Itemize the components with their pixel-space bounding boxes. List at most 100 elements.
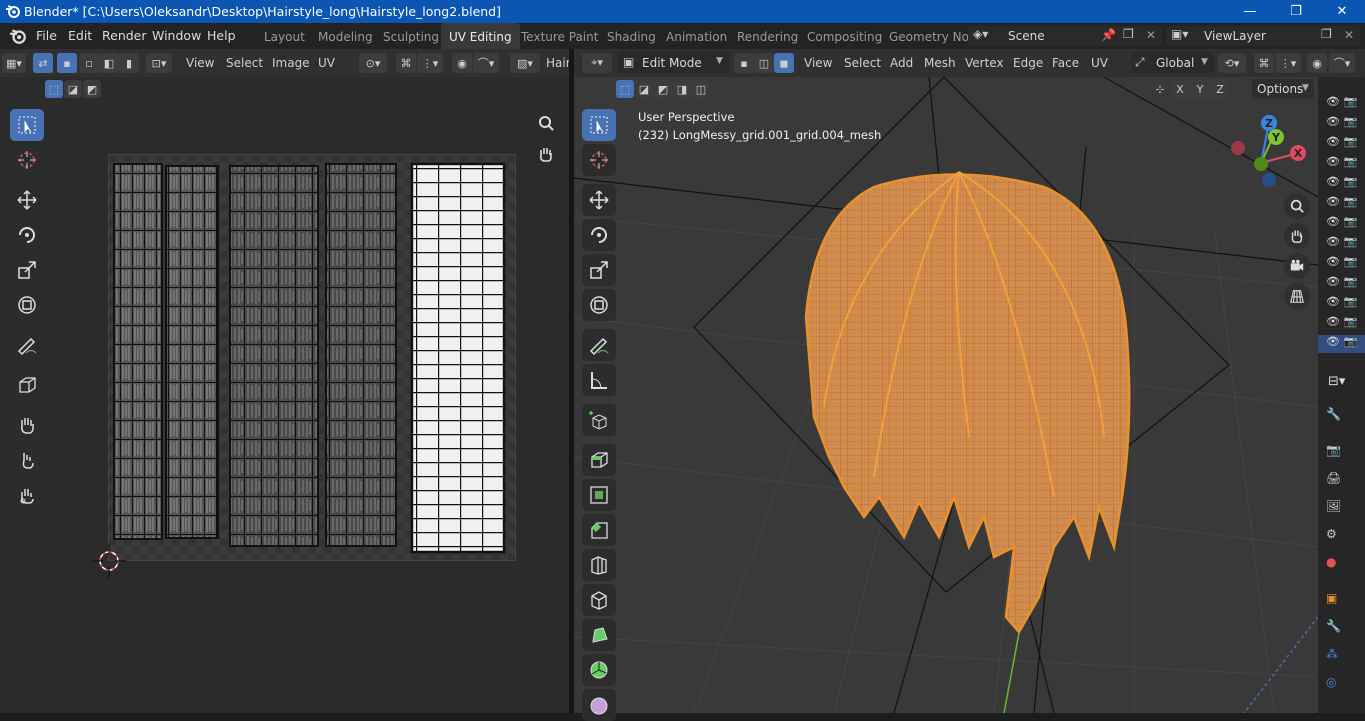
- island-select-icon[interactable]: ▮: [119, 53, 139, 73]
- navigation-gizmo[interactable]: X Y Z: [1226, 111, 1308, 193]
- view-layer-tab-icon[interactable]: 🖼: [1326, 499, 1341, 513]
- outliner-row-selected[interactable]: 👁 📷: [1318, 335, 1365, 353]
- tool-select-box[interactable]: [582, 109, 616, 141]
- tool-annotate[interactable]: [582, 329, 616, 361]
- properties-editor-type-icon[interactable]: ⊟▾: [1328, 374, 1345, 389]
- menu-window[interactable]: Window: [152, 28, 201, 43]
- tool-move[interactable]: [582, 184, 616, 216]
- modifier-tab-icon[interactable]: 🔧: [1326, 619, 1341, 633]
- tool-smooth[interactable]: [582, 689, 616, 721]
- tool-poly-build[interactable]: [582, 619, 616, 651]
- axis-x-toggle[interactable]: X: [1170, 79, 1190, 99]
- tool-measure[interactable]: [582, 364, 616, 396]
- menu-3d-uv[interactable]: UV: [1091, 56, 1108, 70]
- uv-tool-rotate[interactable]: [10, 219, 44, 251]
- uv-tool-move[interactable]: [10, 184, 44, 216]
- object-tab-icon[interactable]: ▣: [1326, 591, 1337, 605]
- particles-tab-icon[interactable]: ⁂: [1326, 647, 1338, 661]
- uv-tool-rip[interactable]: [10, 369, 44, 401]
- uv-island-1[interactable]: [113, 163, 163, 540]
- menu-file[interactable]: File: [36, 28, 57, 43]
- uv-tool-cursor[interactable]: [10, 144, 44, 176]
- proportional-edit-icon[interactable]: ◉: [452, 53, 472, 73]
- outliner-row[interactable]: 👁 📷: [1326, 295, 1357, 308]
- sticky-select-icon[interactable]: ⊡▾: [146, 53, 172, 73]
- tab-uv-editing[interactable]: UV Editing: [441, 23, 520, 49]
- tool-bevel[interactable]: [582, 514, 616, 546]
- outliner-row[interactable]: 👁 📷: [1326, 255, 1357, 268]
- tool-cursor[interactable]: [582, 144, 616, 176]
- menu-3d-add[interactable]: Add: [890, 56, 913, 70]
- outliner-row[interactable]: 👁 📷: [1326, 95, 1357, 108]
- grid-icon[interactable]: [1284, 283, 1310, 309]
- falloff-3d-icon[interactable]: ⌒▾: [1329, 53, 1355, 73]
- world-tab-icon[interactable]: ●: [1326, 555, 1336, 569]
- pivot-point-icon[interactable]: ⟲▾: [1218, 53, 1246, 73]
- select-intersect-3d-icon[interactable]: ◫: [692, 80, 710, 98]
- uv-menu-uv[interactable]: UV: [318, 56, 335, 70]
- menu-3d-select[interactable]: Select: [844, 56, 881, 70]
- pin-icon[interactable]: 📌: [1101, 28, 1116, 42]
- outliner-row[interactable]: 👁 📷: [1326, 215, 1357, 228]
- outliner-row[interactable]: 👁 📷: [1326, 135, 1357, 148]
- outliner-row[interactable]: 👁 📷: [1326, 155, 1357, 168]
- menu-3d-vertex[interactable]: Vertex: [965, 56, 1004, 70]
- mode-selector[interactable]: ▣ Edit Mode ▼: [618, 52, 730, 73]
- uv-tool-pinch[interactable]: [10, 479, 44, 511]
- remove-view-layer-icon[interactable]: ✕: [1344, 28, 1354, 42]
- outliner-row[interactable]: 👁 📷: [1326, 275, 1357, 288]
- select-edge-mode-icon[interactable]: ◫: [754, 53, 774, 73]
- uv-menu-select[interactable]: Select: [226, 56, 263, 70]
- select-invert-3d-icon[interactable]: ◨: [673, 80, 691, 98]
- pan-3d-icon[interactable]: [1284, 223, 1310, 249]
- tool-knife[interactable]: [582, 584, 616, 616]
- scene-tab-icon[interactable]: ⚙: [1326, 527, 1337, 541]
- uv-tool-annotate[interactable]: [10, 329, 44, 361]
- tool-transform[interactable]: [582, 289, 616, 321]
- select-extend-icon[interactable]: ◪: [64, 80, 82, 98]
- uv-image-canvas[interactable]: [108, 154, 516, 561]
- tab-rendering[interactable]: Rendering: [729, 23, 806, 49]
- uv-menu-image[interactable]: Image: [272, 56, 310, 70]
- hand-pan-icon[interactable]: [533, 141, 559, 167]
- tab-compositing[interactable]: Compositing: [799, 23, 890, 49]
- select-vertex-mode-icon[interactable]: ▪: [734, 53, 754, 73]
- axis-y-toggle[interactable]: Y: [1190, 79, 1210, 99]
- new-scene-icon[interactable]: ❐: [1123, 27, 1134, 41]
- face-select-icon[interactable]: ◧: [99, 53, 119, 73]
- outliner-row[interactable]: 👁 📷: [1326, 315, 1357, 328]
- outliner-row[interactable]: 👁 📷: [1326, 235, 1357, 248]
- transform-orientation-selector[interactable]: ⤢ Global ▼: [1131, 52, 1213, 73]
- uv-menu-view[interactable]: View: [186, 56, 214, 70]
- menu-3d-view[interactable]: View: [804, 56, 832, 70]
- camera-icon[interactable]: [1284, 253, 1310, 279]
- select-subtract-3d-icon[interactable]: ◩: [654, 80, 672, 98]
- snap-to-icon[interactable]: ⋮▾: [1275, 53, 1301, 73]
- editor-type-icon[interactable]: ▦▾: [2, 53, 26, 73]
- view-layer-selector[interactable]: ▣▾ ViewLayer ❐ ✕: [1166, 26, 1360, 46]
- uv-2d-cursor[interactable]: [92, 544, 126, 578]
- close-button[interactable]: ✕: [1319, 0, 1365, 23]
- mirror-toggle-icon[interactable]: ⊹: [1150, 79, 1170, 99]
- select-face-mode-icon[interactable]: ◼: [774, 53, 794, 73]
- 3d-viewport[interactable]: ⬚ ◪ ◩ ◨ ◫ User Perspective (232) LongMes…: [574, 77, 1318, 721]
- menu-3d-mesh[interactable]: Mesh: [924, 56, 956, 70]
- sync-selection-icon[interactable]: ⇄: [33, 53, 53, 73]
- uv-tool-scale[interactable]: [10, 254, 44, 286]
- image-browse-icon[interactable]: ▨▾: [510, 53, 540, 73]
- tool-add-cube[interactable]: [582, 404, 616, 436]
- select-new-icon[interactable]: ⬚: [45, 80, 63, 98]
- output-tab-icon[interactable]: 🖨: [1326, 471, 1341, 485]
- tool-spin[interactable]: [582, 654, 616, 686]
- blender-menu-icon[interactable]: [9, 27, 27, 48]
- maximize-button[interactable]: ❐: [1273, 0, 1319, 23]
- tool-extrude[interactable]: [582, 444, 616, 476]
- zoom-3d-icon[interactable]: [1284, 193, 1310, 219]
- select-extend-3d-icon[interactable]: ◪: [635, 80, 653, 98]
- tab-animation[interactable]: Animation: [658, 23, 735, 49]
- uv-island-3[interactable]: [229, 165, 319, 547]
- outliner-row[interactable]: 👁 📷: [1326, 175, 1357, 188]
- menu-render[interactable]: Render: [102, 28, 147, 43]
- minimize-button[interactable]: —: [1227, 0, 1273, 23]
- render-tab-icon[interactable]: 📷: [1326, 443, 1341, 457]
